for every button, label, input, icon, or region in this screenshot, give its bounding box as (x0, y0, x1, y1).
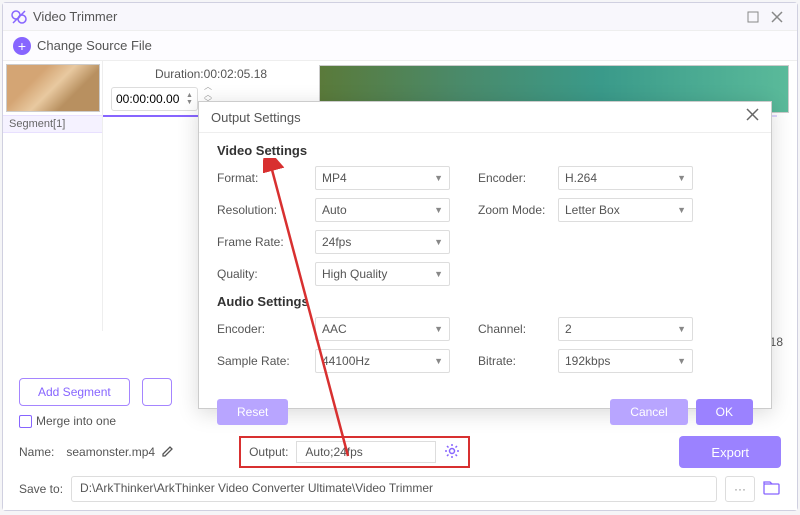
output-value-field[interactable]: Auto;24fps (296, 441, 436, 463)
sample-rate-label: Sample Rate: (217, 354, 315, 368)
encoder-select[interactable]: H.264 ▼ (558, 166, 693, 190)
output-settings-gear-icon[interactable] (444, 443, 460, 462)
resolution-label: Resolution: (217, 203, 315, 217)
sample-rate-value: 44100Hz (322, 354, 370, 368)
minimize-button[interactable] (741, 5, 765, 29)
timeline-sidebar: Segment[1] (3, 61, 103, 331)
app-icon (11, 9, 27, 25)
change-source-button[interactable]: + Change Source File (13, 37, 152, 55)
video-settings-heading: Video Settings (217, 143, 753, 158)
add-segment-button[interactable]: Add Segment (19, 378, 130, 406)
caret-down-icon: ▼ (434, 237, 443, 247)
dialog-body: Video Settings Format: MP4 ▼ Encoder: H.2… (199, 133, 771, 391)
start-time-field[interactable] (116, 92, 186, 106)
dialog-footer: Reset Cancel OK (199, 391, 771, 433)
segment-thumbnail[interactable] (6, 64, 100, 112)
start-time-input[interactable]: ▲▼ (111, 87, 198, 111)
format-value: MP4 (322, 171, 347, 185)
encoder-value: H.264 (565, 171, 597, 185)
output-value: Auto;24fps (305, 445, 362, 459)
change-source-label: Change Source File (37, 38, 152, 53)
sample-rate-select[interactable]: 44100Hz ▼ (315, 349, 450, 373)
caret-down-icon: ▼ (434, 173, 443, 183)
frame-rate-label: Frame Rate: (217, 235, 315, 249)
resolution-select[interactable]: Auto ▼ (315, 198, 450, 222)
audio-encoder-label: Encoder: (217, 322, 315, 336)
frame-rate-value: 24fps (322, 235, 351, 249)
save-to-label: Save to: (19, 482, 63, 496)
encoder-label: Encoder: (478, 171, 558, 185)
segment-label[interactable]: Segment[1] (3, 115, 102, 133)
cancel-button[interactable]: Cancel (610, 399, 687, 425)
name-label: Name: (19, 445, 54, 459)
bitrate-select[interactable]: 192kbps ▼ (558, 349, 693, 373)
window-title: Video Trimmer (33, 9, 741, 24)
checkbox-icon (19, 415, 32, 428)
duration-label: Duration:00:02:05.18 (111, 65, 311, 83)
bitrate-label: Bitrate: (478, 354, 558, 368)
app-window: Video Trimmer + Change Source File Segme… (2, 2, 798, 511)
dialog-close-icon[interactable] (746, 108, 759, 126)
audio-encoder-select[interactable]: AAC ▼ (315, 317, 450, 341)
frame-rate-select[interactable]: 24fps ▼ (315, 230, 450, 254)
caret-down-icon: ▼ (434, 324, 443, 334)
caret-down-icon: ▼ (434, 356, 443, 366)
channel-select[interactable]: 2▼ (558, 317, 693, 341)
close-button[interactable] (765, 5, 789, 29)
plus-icon: + (13, 37, 31, 55)
resolution-value: Auto (322, 203, 347, 217)
zoom-mode-value: Letter Box (565, 203, 620, 217)
channel-value: 2 (565, 322, 572, 336)
caret-down-icon: ▼ (677, 356, 686, 366)
quality-label: Quality: (217, 267, 315, 281)
format-select[interactable]: MP4 ▼ (315, 166, 450, 190)
quality-value: High Quality (322, 267, 387, 281)
quality-select[interactable]: High Quality ▼ (315, 262, 450, 286)
browse-path-button[interactable]: ··· (725, 476, 755, 502)
dialog-header: Output Settings (199, 102, 771, 133)
audio-settings-heading: Audio Settings (217, 294, 753, 309)
merge-label: Merge into one (36, 414, 116, 428)
audio-encoder-value: AAC (322, 322, 347, 336)
segment-extra-button[interactable] (142, 378, 172, 406)
zoom-mode-select[interactable]: Letter Box ▼ (558, 198, 693, 222)
output-label: Output: (249, 445, 288, 459)
toolbar: + Change Source File (3, 31, 797, 61)
reset-button[interactable]: Reset (217, 399, 288, 425)
channel-label: Channel: (478, 322, 558, 336)
filename-value: seamonster.mp4 (66, 445, 155, 459)
open-folder-icon[interactable] (763, 480, 781, 499)
export-button[interactable]: Export (679, 436, 781, 468)
dialog-title: Output Settings (211, 110, 746, 125)
format-label: Format: (217, 171, 315, 185)
save-path-value: D:\ArkThinker\ArkThinker Video Converter… (80, 481, 433, 495)
titlebar: Video Trimmer (3, 3, 797, 31)
zoom-mode-label: Zoom Mode: (478, 203, 558, 217)
bitrate-value: 192kbps (565, 354, 610, 368)
caret-down-icon: ▼ (677, 205, 686, 215)
ok-button[interactable]: OK (696, 399, 753, 425)
edit-name-icon[interactable] (161, 444, 175, 461)
output-settings-dialog: Output Settings Video Settings Format: M… (198, 101, 772, 409)
caret-down-icon: ▼ (434, 205, 443, 215)
time-spinner[interactable]: ▲▼ (186, 92, 193, 106)
output-highlight-box: Output: Auto;24fps (239, 436, 470, 468)
merge-checkbox[interactable]: Merge into one (19, 414, 116, 428)
save-path-field[interactable]: D:\ArkThinker\ArkThinker Video Converter… (71, 476, 717, 502)
caret-down-icon: ▼ (677, 324, 686, 334)
caret-down-icon: ▼ (677, 173, 686, 183)
caret-down-icon: ▼ (434, 269, 443, 279)
